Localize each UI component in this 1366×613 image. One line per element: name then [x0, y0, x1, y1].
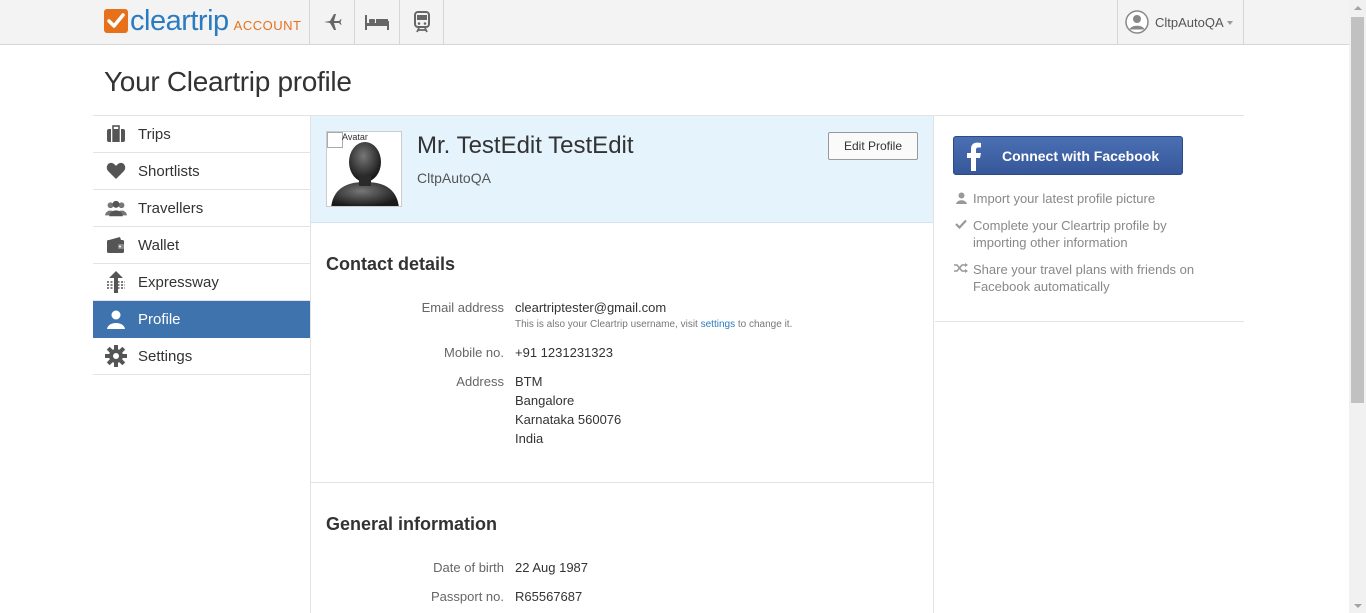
passport-label: Passport no.: [431, 589, 504, 604]
address-value: BTM Bangalore Karnataka 560076 India: [515, 372, 621, 448]
divider: [311, 482, 933, 483]
avatar-alt-text: Avatar: [342, 132, 368, 142]
sidebar-item-wallet[interactable]: Wallet: [93, 227, 310, 264]
address-line: India: [515, 431, 544, 446]
cleartrip-logo[interactable]: cleartrip ACCOUNT: [104, 7, 301, 37]
sidebar-item-travellers[interactable]: Travellers: [93, 190, 310, 227]
address-line: BTM: [515, 374, 543, 389]
address-line: Karnataka 560076: [515, 412, 622, 427]
logo-check-icon: [104, 9, 128, 33]
perk-text: Complete your Cleartrip profile by impor…: [973, 218, 1167, 250]
page-title: Your Cleartrip profile: [104, 66, 352, 97]
connect-facebook-label: Connect with Facebook: [1002, 147, 1160, 164]
perk-text: Import your latest profile picture: [973, 191, 1156, 206]
scroll-down-icon[interactable]: [1354, 604, 1362, 608]
mobile-value: +91 1231231323: [515, 345, 613, 360]
email-value: cleartriptester@gmail.com: [515, 300, 667, 315]
sidebar-item-label: Profile: [138, 310, 181, 328]
address-line: Bangalore: [515, 393, 575, 408]
scrollbar-thumb[interactable]: [1351, 17, 1364, 403]
perk-item: Complete your Cleartrip profile by impor…: [954, 217, 1208, 251]
user-name: CltpAutoQA: [1155, 14, 1224, 30]
profile-panel: Avatar Mr. TestEdit TestEdit CltpAutoQA …: [310, 116, 934, 613]
email-note-text: This is also your Cleartrip username, vi…: [515, 319, 701, 330]
address-label: Address: [456, 374, 504, 389]
expressway-icon: [105, 271, 127, 293]
briefcase-icon: [105, 123, 127, 145]
chevron-down-icon: [1226, 20, 1233, 25]
facebook-icon: [954, 137, 994, 174]
profile-header: Avatar Mr. TestEdit TestEdit CltpAutoQA …: [311, 116, 933, 223]
user-icon: [954, 190, 968, 207]
email-note-text-end: to change it.: [735, 319, 793, 330]
sidebar-item-shortlists[interactable]: Shortlists: [93, 153, 310, 190]
perk-item: Import your latest profile picture: [954, 190, 1208, 207]
email-note: This is also your Cleartrip username, vi…: [515, 319, 792, 330]
dob-value: 22 Aug 1987: [515, 560, 589, 575]
scroll-up-icon[interactable]: [1354, 6, 1362, 10]
train-icon[interactable]: [399, 0, 444, 44]
profile-name: Mr. TestEdit TestEdit: [417, 132, 634, 159]
contact-details-heading: Contact details: [326, 254, 456, 274]
sidebar-item-label: Shortlists: [138, 162, 200, 180]
sidebar-item-label: Expressway: [138, 273, 219, 291]
sidebar-item-label: Wallet: [138, 236, 180, 254]
logo-text: cleartrip: [130, 5, 229, 37]
passport-value: R65567687: [515, 589, 583, 604]
user-avatar-icon: [1125, 10, 1149, 34]
checkmark-icon: [954, 217, 968, 251]
sidebar-item-label: Travellers: [138, 199, 204, 217]
sidebar-item-expressway[interactable]: Expressway: [93, 264, 310, 301]
user-icon: [105, 308, 127, 330]
user-menu[interactable]: CltpAutoQA: [1117, 0, 1244, 44]
shuffle-icon: [954, 261, 968, 295]
logo-subtitle: ACCOUNT: [233, 18, 302, 33]
heart-icon: [105, 160, 127, 182]
email-label: Email address: [421, 300, 504, 315]
wallet-icon: [105, 234, 127, 256]
perk-item: Share your travel plans with friends on …: [954, 261, 1208, 295]
dob-label: Date of birth: [433, 560, 504, 575]
flight-icon[interactable]: [309, 0, 354, 44]
gear-icon: [105, 345, 127, 367]
sidebar-item-profile[interactable]: Profile: [93, 301, 310, 338]
sidebar-item-label: Trips: [138, 125, 171, 143]
sidebar: Trips Shortlists Travellers Wallet Expre…: [93, 116, 310, 375]
profile-username: CltpAutoQA: [417, 170, 491, 186]
product-nav: [309, 0, 444, 44]
general-info-heading: General information: [326, 514, 498, 534]
people-icon: [105, 197, 127, 219]
facebook-panel: Connect with Facebook Import your latest…: [935, 116, 1244, 322]
settings-link[interactable]: settings: [701, 319, 735, 330]
hotel-icon[interactable]: [354, 0, 399, 44]
mobile-label: Mobile no.: [444, 345, 504, 360]
sidebar-item-label: Settings: [138, 347, 193, 365]
connect-facebook-button[interactable]: Connect with Facebook: [953, 136, 1183, 175]
sidebar-item-trips[interactable]: Trips: [93, 116, 310, 153]
top-bar: cleartrip ACCOUNT CltpAutoQA: [0, 0, 1349, 45]
broken-image-icon: [327, 132, 343, 148]
sidebar-item-settings[interactable]: Settings: [93, 338, 310, 375]
perk-text: Share your travel plans with friends on …: [973, 262, 1195, 294]
avatar: Avatar: [326, 131, 402, 207]
edit-profile-button[interactable]: Edit Profile: [828, 132, 918, 160]
